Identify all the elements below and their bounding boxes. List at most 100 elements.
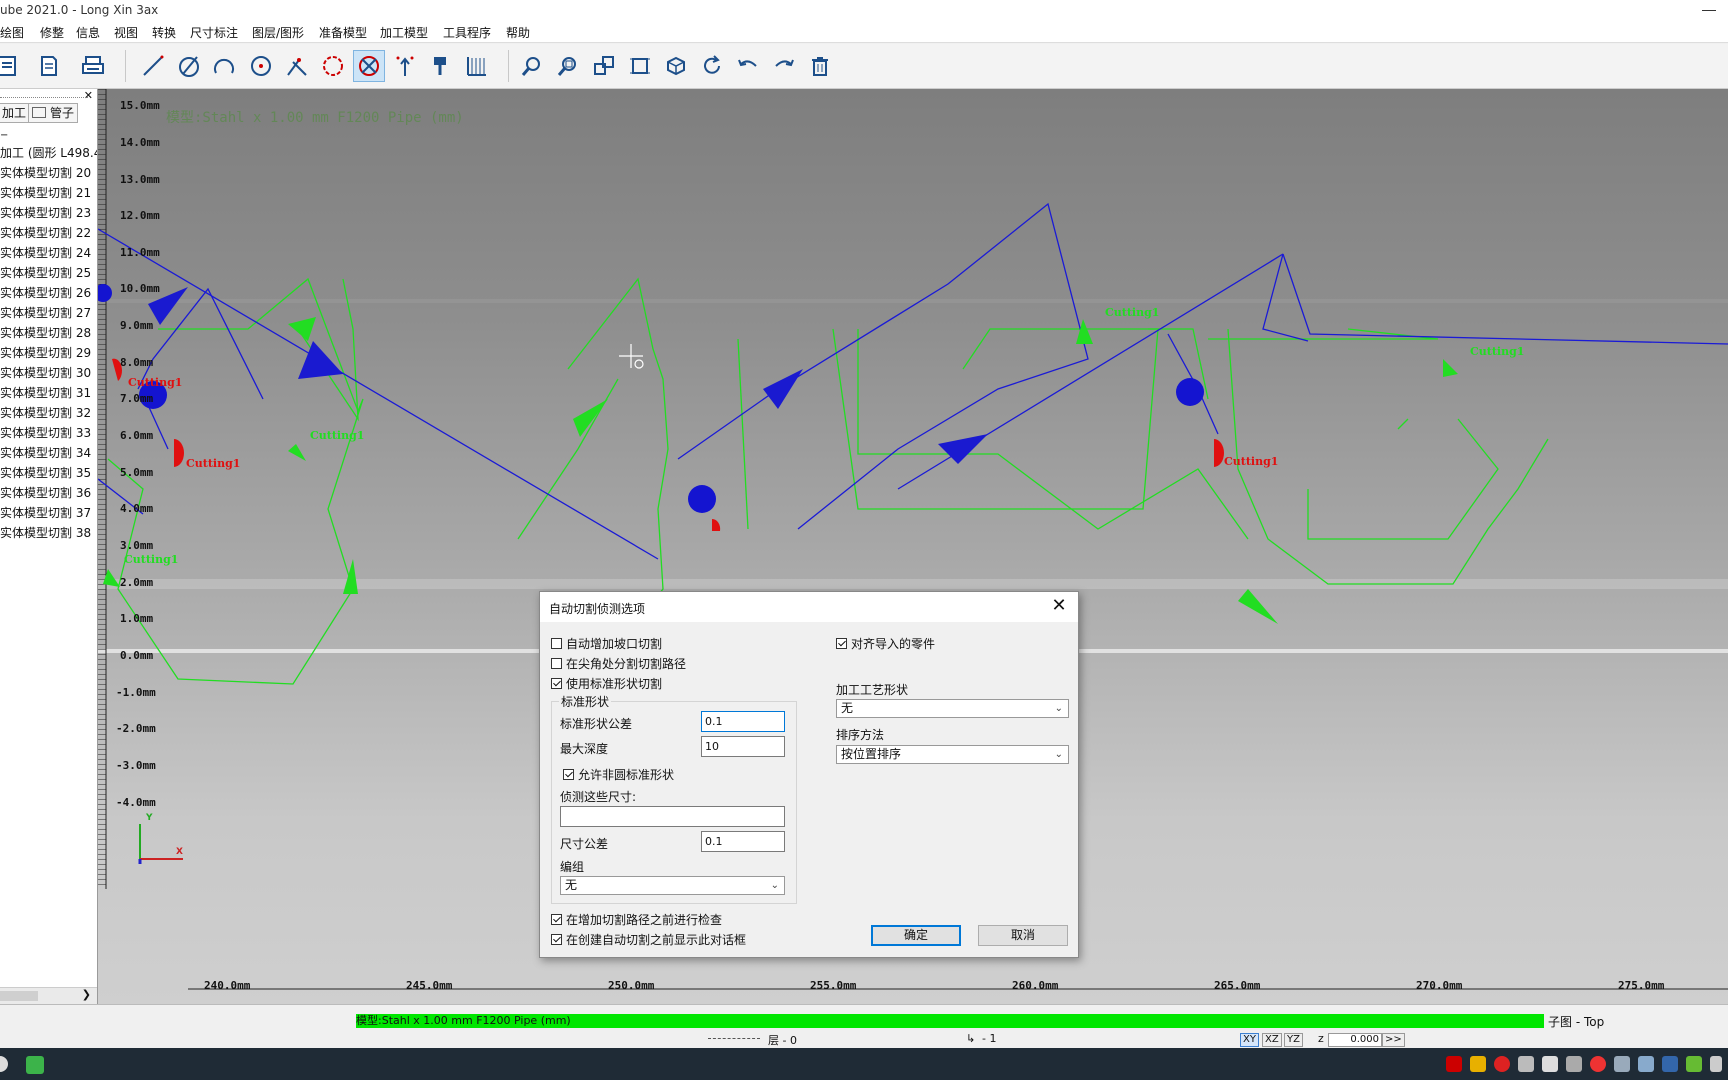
app-taskbar-icon[interactable]: [26, 1056, 44, 1074]
tree-item[interactable]: 实体模型切割 22: [0, 223, 97, 243]
process-shape-select[interactable]: 无 ⌄: [836, 699, 1069, 718]
z-value-input[interactable]: 0.000: [1328, 1033, 1382, 1047]
tree-item[interactable]: 实体模型切割 26: [0, 283, 97, 303]
tree-item[interactable]: 加工 (圆形 L498.4: [0, 143, 97, 163]
refresh-icon[interactable]: [696, 50, 728, 82]
tray-record-icon[interactable]: [1494, 1056, 1510, 1072]
cancel-button[interactable]: 取消: [978, 925, 1068, 946]
allow-non-round-checkbox[interactable]: 允许非圆标准形状: [563, 766, 674, 783]
menu-help[interactable]: 帮助: [506, 24, 530, 41]
layout-icon[interactable]: [588, 50, 620, 82]
show-dialog-checkbox[interactable]: 在创建自动切割之前显示此对话框: [551, 931, 746, 948]
circle-slash-icon[interactable]: [173, 50, 205, 82]
tree-item[interactable]: 实体模型切割 24: [0, 243, 97, 263]
zoom-icon[interactable]: [516, 50, 548, 82]
checkbox-box[interactable]: [563, 769, 574, 780]
checkbox-box[interactable]: [551, 914, 562, 925]
tab-machining[interactable]: 加工: [0, 103, 31, 123]
ok-button[interactable]: 确定: [871, 925, 961, 946]
checkbox-box[interactable]: [551, 638, 562, 649]
split-corners-checkbox[interactable]: 在尖角处分割切割路径: [551, 655, 686, 672]
page-icon[interactable]: [33, 50, 65, 82]
group-select[interactable]: 无 ⌄: [560, 876, 785, 895]
align-imported-checkbox[interactable]: 对齐导入的零件: [836, 635, 935, 652]
menu-prepare-model[interactable]: 准备模型: [319, 24, 367, 41]
panel-close-icon[interactable]: ✕: [84, 89, 93, 102]
tray-search-icon[interactable]: [1614, 1056, 1630, 1072]
tray-display-icon[interactable]: [1638, 1056, 1654, 1072]
redo-icon[interactable]: [768, 50, 800, 82]
menu-tools[interactable]: 工具程序: [443, 24, 491, 41]
max-depth-input[interactable]: 10: [701, 736, 785, 757]
iso-view-icon[interactable]: [660, 50, 692, 82]
cut-tool-icon[interactable]: [281, 50, 313, 82]
tray-shield-icon[interactable]: [1446, 1056, 1462, 1072]
tab-tube[interactable]: 管子: [28, 103, 79, 123]
tree-item[interactable]: 实体模型切割 28: [0, 323, 97, 343]
tree-item[interactable]: 实体模型切割 25: [0, 263, 97, 283]
tree-item[interactable]: 实体模型切割 33: [0, 423, 97, 443]
tree-item[interactable]: 实体模型切割 27: [0, 303, 97, 323]
menu-draw[interactable]: 绘图: [0, 24, 24, 41]
std-tolerance-input[interactable]: 0.1: [701, 711, 785, 732]
detect-sizes-input[interactable]: [560, 806, 785, 827]
tray-nvidia-icon[interactable]: [1686, 1056, 1702, 1072]
scrollbar-thumb[interactable]: [0, 991, 38, 1001]
line-tool-icon[interactable]: [137, 50, 169, 82]
tree-item[interactable]: 实体模型切割 36: [0, 483, 97, 503]
menu-layer[interactable]: 图层/图形: [252, 24, 304, 41]
scroll-right-icon[interactable]: ❯: [82, 988, 91, 1001]
tray-tool-icon[interactable]: [1518, 1056, 1534, 1072]
checkbox-box[interactable]: [551, 934, 562, 945]
grid-ruler-icon[interactable]: [461, 50, 493, 82]
tray-pen-icon[interactable]: [1542, 1056, 1558, 1072]
plane-xy-button[interactable]: XY: [1240, 1033, 1259, 1047]
fit-icon[interactable]: [624, 50, 656, 82]
circle-center-icon[interactable]: [245, 50, 277, 82]
tray-network-icon[interactable]: [1662, 1056, 1678, 1072]
trash-icon[interactable]: [804, 50, 836, 82]
tree-item[interactable]: 实体模型切割 34: [0, 443, 97, 463]
plane-yz-button[interactable]: YZ: [1284, 1033, 1303, 1047]
tree-item[interactable]: 实体模型切割 31: [0, 383, 97, 403]
tree-root-expander[interactable]: −: [0, 129, 97, 143]
close-icon[interactable]: ✕: [1046, 594, 1072, 620]
tree-item[interactable]: 实体模型切割 38: [0, 523, 97, 543]
tray-usb-icon[interactable]: [1566, 1056, 1582, 1072]
menu-info[interactable]: 信息: [76, 24, 100, 41]
undo-icon[interactable]: [732, 50, 764, 82]
tree-item[interactable]: 实体模型切割 29: [0, 343, 97, 363]
tree-item[interactable]: 实体模型切割 32: [0, 403, 97, 423]
tree-item[interactable]: 实体模型切割 35: [0, 463, 97, 483]
menu-dimension[interactable]: 尺寸标注: [190, 24, 238, 41]
tree-item[interactable]: 实体模型切割 30: [0, 363, 97, 383]
zoom-window-icon[interactable]: [552, 50, 584, 82]
auto-cut-icon[interactable]: [353, 50, 385, 82]
menu-transform[interactable]: 转换: [152, 24, 176, 41]
tray-chrome-icon[interactable]: [1590, 1056, 1606, 1072]
more-button[interactable]: >>: [1382, 1033, 1405, 1047]
line-style-indicator[interactable]: [708, 1038, 760, 1039]
size-tolerance-input[interactable]: 0.1: [701, 831, 785, 852]
start-icon[interactable]: [0, 1056, 8, 1072]
menu-view[interactable]: 视图: [114, 24, 138, 41]
layer-indicator[interactable]: 层 - 0: [768, 1032, 797, 1048]
menu-machining-model[interactable]: 加工模型: [380, 24, 428, 41]
tree-item[interactable]: 实体模型切割 23: [0, 203, 97, 223]
minimize-button[interactable]: [1702, 0, 1716, 11]
contour-icon[interactable]: [317, 50, 349, 82]
use-std-shape-checkbox[interactable]: 使用标准形状切割: [551, 675, 662, 692]
document-icon[interactable]: [0, 50, 24, 82]
checkbox-box[interactable]: [551, 658, 562, 669]
tray-folder-icon[interactable]: [1470, 1056, 1486, 1072]
print-icon[interactable]: [77, 50, 109, 82]
auto-bevel-checkbox[interactable]: 自动增加坡口切割: [551, 635, 662, 652]
plane-xz-button[interactable]: XZ: [1262, 1033, 1282, 1047]
lead-in-icon[interactable]: [389, 50, 421, 82]
menu-trim[interactable]: 修整: [40, 24, 64, 41]
tree-item[interactable]: 实体模型切割 21: [0, 183, 97, 203]
check-before-checkbox[interactable]: 在增加切割路径之前进行检查: [551, 911, 722, 928]
tray-wifi-icon[interactable]: [1710, 1056, 1722, 1072]
sort-select[interactable]: 按位置排序 ⌄: [836, 745, 1069, 764]
checkbox-box[interactable]: [551, 678, 562, 689]
